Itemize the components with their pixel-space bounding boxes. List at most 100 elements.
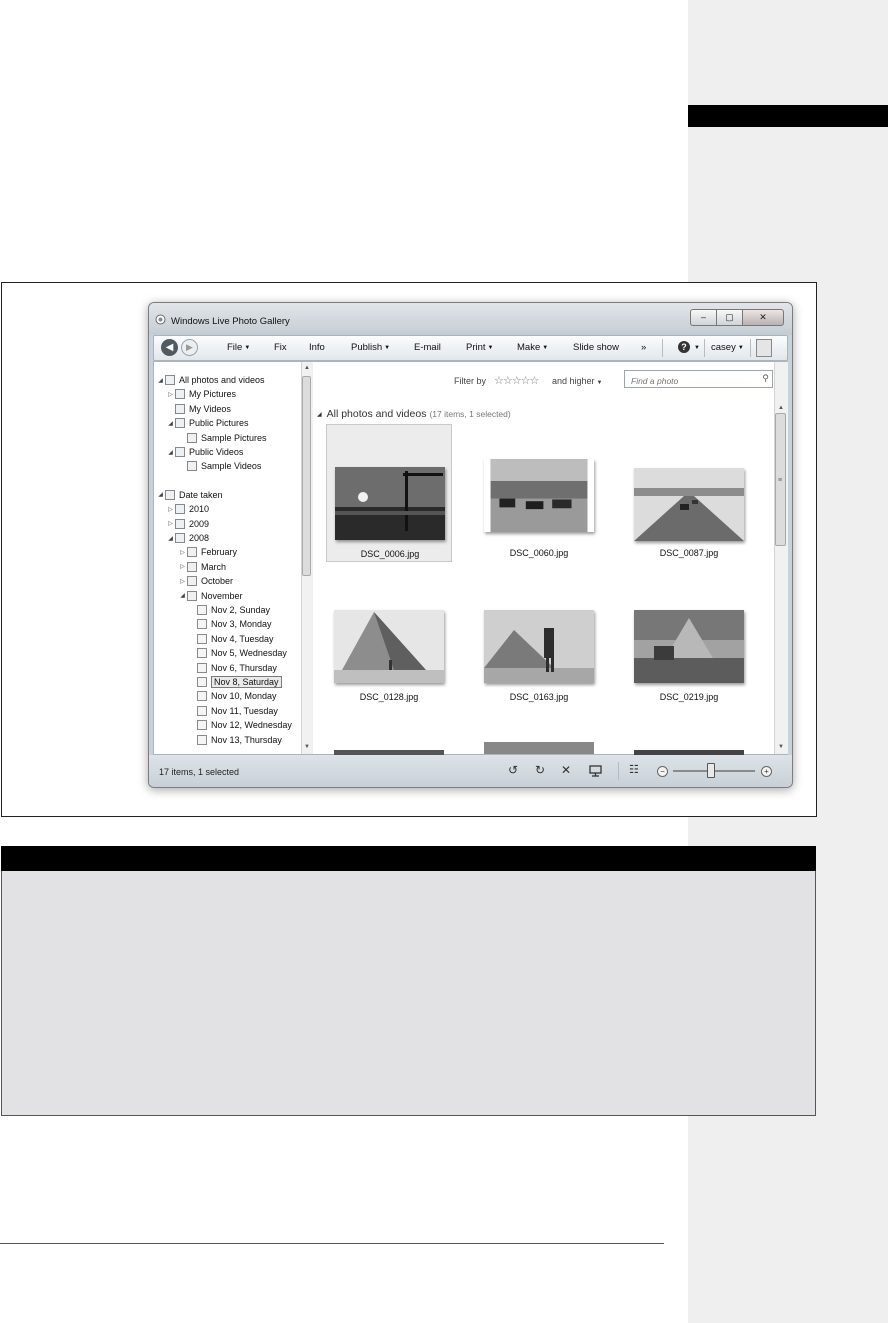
photo-thumbnail[interactable]: [335, 467, 445, 540]
tree-item[interactable]: ◢ November: [178, 589, 243, 603]
gallery-scroll-up-icon[interactable]: ▲: [778, 405, 784, 411]
nav-scroll-up-icon[interactable]: ▲: [304, 365, 310, 371]
menu-print[interactable]: Print ▼: [466, 342, 494, 353]
menu-make[interactable]: Make ▼: [517, 342, 548, 353]
rotate-left-icon[interactable]: ↺: [508, 763, 518, 777]
tree-item-label: Nov 13, Thursday: [211, 734, 282, 745]
collapse-triangle-icon[interactable]: ◢: [317, 412, 322, 418]
tree-item-label: October: [201, 576, 234, 587]
slide-show-icon[interactable]: [589, 765, 602, 777]
photo-tile[interactable]: DSC_0163.jpg: [476, 568, 602, 706]
delete-icon[interactable]: ✕: [561, 763, 571, 777]
folder-icon: [187, 461, 197, 472]
zoom-slider-thumb[interactable]: [706, 763, 715, 778]
photo-thumbnail[interactable]: [484, 610, 594, 683]
zoom-out-icon[interactable]: −: [657, 766, 668, 777]
expanded-triangle-icon[interactable]: ◢: [166, 420, 175, 427]
search-box[interactable]: ⚲: [624, 370, 773, 389]
collapsed-triangle-icon[interactable]: ▷: [178, 563, 187, 570]
collapsed-triangle-icon[interactable]: ▷: [178, 549, 187, 556]
details-view-icon[interactable]: ☷: [629, 763, 639, 776]
tree-item[interactable]: ▷ October: [178, 574, 233, 588]
tree-item[interactable]: Sample Videos: [178, 459, 261, 473]
nav-scroll-thumb[interactable]: [302, 376, 311, 576]
day-icon: [197, 605, 207, 615]
menu-slide-show[interactable]: Slide show: [573, 342, 619, 353]
photo-thumbnail[interactable]: [334, 610, 444, 683]
minimize-button[interactable]: –: [690, 309, 716, 326]
menu-email[interactable]: E-mail: [414, 342, 441, 353]
tree-item[interactable]: Nov 2, Sunday: [188, 603, 270, 617]
statusbar-separator: [618, 762, 619, 780]
photo-thumbnail[interactable]: [484, 459, 594, 532]
forward-arrow-icon[interactable]: ▶: [181, 339, 198, 356]
photo-tile[interactable]: DSC_0128.jpg: [326, 568, 452, 706]
tree-item[interactable]: Nov 5, Wednesday: [188, 646, 287, 660]
collapsed-triangle-icon[interactable]: ▷: [166, 506, 175, 513]
toolbar-separator: [704, 339, 705, 357]
tree-item[interactable]: ◢ Public Pictures: [166, 416, 249, 430]
maximize-button[interactable]: ▢: [716, 309, 742, 326]
search-input[interactable]: [629, 373, 761, 389]
tree-item[interactable]: ▷ March: [178, 560, 226, 574]
close-button[interactable]: ✕: [742, 309, 784, 326]
search-icon[interactable]: ⚲: [762, 373, 769, 384]
tree-item[interactable]: Nov 8, Saturday: [188, 675, 282, 689]
toolbar-separator: [662, 339, 663, 357]
rating-filter-dropdown[interactable]: and higher ▼: [552, 376, 603, 386]
tree-item[interactable]: ◢ All photos and videos: [156, 373, 265, 387]
tree-item[interactable]: ▷ 2009: [166, 517, 209, 531]
calendar-icon: [187, 561, 197, 572]
tree-item-label: Date taken: [179, 489, 223, 500]
photo-tile[interactable]: DSC_0219.jpg: [626, 568, 752, 706]
tree-item[interactable]: ◢ Public Videos: [166, 445, 243, 459]
tree-item[interactable]: ◢ Date taken: [156, 488, 223, 502]
tree-item[interactable]: My Videos: [166, 402, 231, 416]
tree-item[interactable]: Nov 3, Monday: [188, 617, 272, 631]
group-header[interactable]: ◢ All photos and videos (17 items, 1 selec…: [317, 408, 511, 420]
photo-thumbnail[interactable]: [634, 610, 744, 683]
collapsed-triangle-icon[interactable]: ▷: [166, 520, 175, 527]
tree-item-label: March: [201, 561, 227, 572]
tree-item[interactable]: Nov 13, Thursday: [188, 733, 282, 747]
tree-item[interactable]: Nov 6, Thursday: [188, 661, 277, 675]
tree-item[interactable]: ▷ My Pictures: [166, 387, 236, 401]
tree-item[interactable]: Nov 12, Wednesday: [188, 718, 292, 732]
photo-thumbnail[interactable]: [634, 468, 744, 541]
expanded-triangle-icon[interactable]: ◢: [166, 449, 175, 456]
nav-scroll-down-icon[interactable]: ▼: [304, 744, 310, 750]
collapsed-triangle-icon[interactable]: ▷: [166, 391, 175, 398]
photo-tile[interactable]: DSC_0087.jpg: [626, 424, 752, 562]
collapsed-triangle-icon[interactable]: ▷: [178, 578, 187, 585]
zoom-in-icon[interactable]: +: [761, 766, 772, 777]
title-bar[interactable]: Windows Live Photo Gallery – ▢ ✕: [149, 303, 792, 335]
tree-item[interactable]: ◢ 2008: [166, 531, 209, 545]
expanded-triangle-icon[interactable]: ◢: [166, 535, 175, 542]
menu-info[interactable]: Info: [309, 342, 325, 353]
tree-item[interactable]: Nov 10, Monday: [188, 689, 277, 703]
menu-publish[interactable]: Publish ▼: [351, 342, 390, 353]
user-menu[interactable]: casey ▼: [711, 342, 744, 353]
photo-tile[interactable]: DSC_0060.jpg: [476, 424, 602, 562]
more-commands-button[interactable]: »: [641, 342, 646, 353]
help-dropdown-icon[interactable]: ▼: [692, 342, 700, 353]
expanded-triangle-icon[interactable]: ◢: [156, 491, 165, 498]
photo-tile[interactable]: DSC_0006.jpg: [326, 424, 452, 562]
photo-thumbnail-partial[interactable]: [484, 742, 594, 754]
rating-filter-stars[interactable]: ☆☆☆☆☆: [494, 374, 539, 387]
menu-file[interactable]: File ▼: [227, 342, 250, 353]
tree-item[interactable]: Sample Pictures: [178, 431, 267, 445]
expanded-triangle-icon[interactable]: ◢: [178, 592, 187, 599]
gallery-scroll-down-icon[interactable]: ▼: [778, 744, 784, 750]
tree-item[interactable]: ▷ February: [178, 545, 237, 559]
rotate-right-icon[interactable]: ↻: [535, 763, 545, 777]
menu-fix[interactable]: Fix: [274, 342, 287, 353]
tree-item[interactable]: Nov 4, Tuesday: [188, 632, 274, 646]
tree-item-label: Nov 6, Thursday: [211, 662, 277, 673]
expanded-triangle-icon[interactable]: ◢: [156, 377, 165, 384]
help-icon[interactable]: ?: [678, 341, 690, 353]
tree-item[interactable]: Nov 11, Tuesday: [188, 704, 278, 718]
sign-in-icon[interactable]: [756, 339, 772, 357]
back-arrow-icon[interactable]: ◀: [161, 339, 178, 356]
tree-item[interactable]: ▷ 2010: [166, 502, 209, 516]
